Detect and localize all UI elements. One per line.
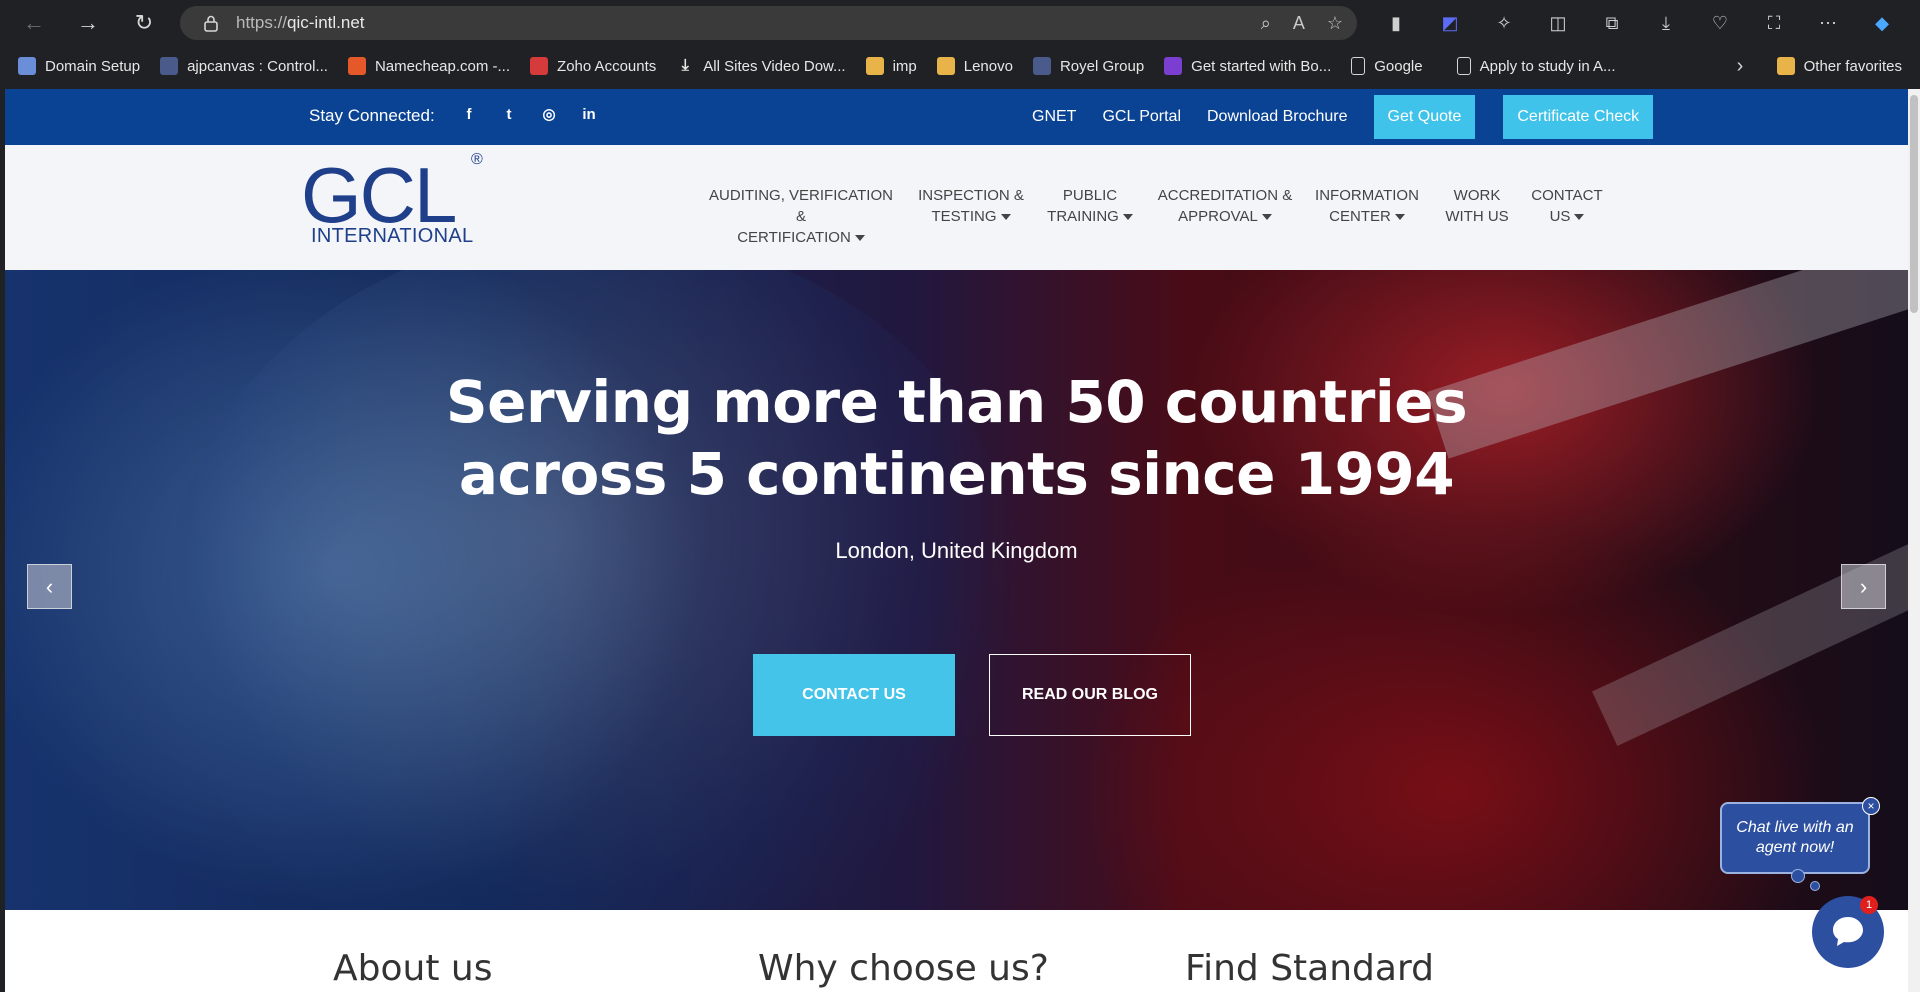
read-aloud-icon[interactable]: A — [1293, 13, 1305, 34]
bookmark-item[interactable]: Get started with Bo... — [1154, 51, 1341, 81]
get-quote-button[interactable]: Get Quote — [1373, 95, 1476, 139]
page-viewport: Stay Connected: f t ◎ in GNET GCL Portal… — [5, 89, 1908, 992]
forward-icon[interactable]: → — [70, 5, 106, 41]
health-icon[interactable]: ♡ — [1704, 7, 1736, 39]
collections-icon[interactable]: ⧉ — [1596, 7, 1628, 39]
hero-heading: Serving more than 50 countries across 5 c… — [445, 368, 1468, 508]
bookmark-item[interactable]: Domain Setup — [8, 51, 150, 81]
lock-icon[interactable] — [202, 14, 220, 32]
other-favorites[interactable]: Other favorites — [1767, 51, 1912, 81]
bootstrap-icon — [1164, 57, 1183, 75]
zoom-icon[interactable]: ⌕ — [1261, 13, 1271, 34]
linkedin-icon[interactable]: in — [581, 105, 597, 125]
caret-down-icon — [1000, 214, 1011, 221]
bookmark-item[interactable]: ⤓ All Sites Video Dow... — [666, 51, 855, 81]
more-icon[interactable]: ⋯ — [1812, 7, 1844, 39]
why-choose-us-heading: Why choose us? — [758, 948, 1049, 989]
contact-us-button[interactable]: CONTACT US — [753, 654, 955, 736]
hero-slider: Serving more than 50 countries across 5 c… — [5, 270, 1908, 910]
caret-down-icon — [854, 235, 865, 242]
screenshot-icon[interactable]: ⛶ — [1758, 7, 1790, 39]
twitter-icon[interactable]: t — [501, 105, 517, 125]
page-icon — [1351, 57, 1366, 75]
main-menu: AUDITING, VERIFICATION & CERTIFICATION INS… — [5, 145, 1908, 270]
find-standard-heading: Find Standard — [1185, 948, 1434, 989]
page-icon — [1456, 57, 1471, 75]
download-icon: ⤓ — [676, 57, 695, 75]
refresh-icon[interactable]: ↻ — [126, 5, 162, 41]
back-icon[interactable]: ← — [16, 5, 52, 41]
facebook-icon[interactable]: f — [461, 105, 477, 125]
folder-icon — [865, 57, 884, 75]
caret-down-icon — [1394, 214, 1405, 221]
site-header: GCL ® INTERNATIONAL AUDITING, VERIFICATI… — [5, 145, 1908, 270]
notification-badge: 1 — [1860, 896, 1878, 914]
extension-icon[interactable]: ▮ — [1380, 7, 1412, 39]
stay-connected-label: Stay Connected: — [309, 106, 435, 125]
puzzle-icon[interactable]: ✧ — [1488, 7, 1520, 39]
menu-item[interactable]: PUBLIC TRAINING — [1045, 185, 1135, 227]
menu-item[interactable]: INFORMATION CENTER — [1312, 185, 1422, 227]
folder-icon — [1776, 57, 1795, 75]
read-blog-button[interactable]: READ OUR BLOG — [989, 654, 1191, 736]
chat-icon — [1833, 917, 1863, 946]
menu-item[interactable]: CONTACT US — [1527, 185, 1607, 227]
bookmark-item[interactable]: Royel Group — [1023, 51, 1154, 81]
extension-icon[interactable]: ◩ — [1434, 7, 1466, 39]
globe-icon — [18, 57, 36, 75]
chevron-right-icon[interactable]: › — [1725, 51, 1755, 81]
bookmark-item[interactable]: Lenovo — [927, 51, 1023, 81]
gnet-link[interactable]: GNET — [1032, 108, 1076, 126]
bookmark-item[interactable]: Zoho Accounts — [520, 51, 666, 81]
hero-location: London, United Kingdom — [835, 538, 1078, 563]
favorite-star-icon[interactable]: ☆ — [1327, 13, 1343, 34]
certificate-check-button[interactable]: Certificate Check — [1503, 95, 1654, 139]
section-headings: About us Why choose us? Find Standard — [5, 910, 1908, 992]
downloads-icon[interactable]: ⤓ — [1650, 7, 1682, 39]
gcl-portal-link[interactable]: GCL Portal — [1102, 108, 1181, 126]
folder-icon — [936, 57, 955, 75]
caret-down-icon — [1261, 214, 1272, 221]
browser-toolbar: ← → ↻ https://qic-intl.net ⌕ A ☆ ▮ ◩ ✧ ◫… — [0, 0, 1920, 46]
page-scrollbar[interactable] — [1908, 89, 1920, 992]
chat-invite-bubble[interactable]: Chat live with an agent now! — [1720, 802, 1870, 874]
about-us-heading: About us — [333, 948, 493, 989]
url-text[interactable]: https://qic-intl.net — [236, 13, 365, 33]
bookmark-item[interactable]: Apply to study in A... — [1447, 51, 1626, 81]
slider-prev-icon[interactable]: ‹ — [27, 564, 72, 609]
site-icon — [1032, 57, 1051, 75]
site-icon — [160, 57, 179, 75]
menu-item[interactable]: ACCREDITATION & APPROVAL — [1155, 185, 1295, 227]
namecheap-icon — [347, 57, 366, 75]
bookmark-item[interactable]: ajpcanvas : Control... — [150, 51, 338, 81]
bookmark-item[interactable]: imp — [856, 51, 927, 81]
split-screen-icon[interactable]: ◫ — [1542, 7, 1574, 39]
caret-down-icon — [1122, 214, 1133, 221]
instagram-icon[interactable]: ◎ — [541, 105, 557, 125]
download-brochure-link[interactable]: Download Brochure — [1207, 108, 1348, 126]
zoho-icon — [530, 57, 549, 75]
copilot-icon[interactable]: ◆ — [1866, 7, 1898, 39]
caret-down-icon — [1574, 214, 1585, 221]
bookmark-item[interactable]: Google — [1341, 51, 1432, 81]
menu-item[interactable]: AUDITING, VERIFICATION & CERTIFICATION — [708, 185, 894, 248]
menu-item[interactable]: WORK WITH US — [1441, 185, 1513, 227]
slider-next-icon[interactable]: › — [1841, 564, 1886, 609]
address-bar[interactable]: https://qic-intl.net ⌕ A ☆ — [180, 6, 1357, 40]
bookmark-item[interactable]: Namecheap.com -... — [338, 51, 520, 81]
close-icon[interactable]: × — [1862, 797, 1880, 815]
top-bar: Stay Connected: f t ◎ in GNET GCL Portal… — [5, 89, 1908, 145]
bookmarks-bar: Domain Setup ajpcanvas : Control... Namech… — [0, 46, 1920, 86]
menu-item[interactable]: INSPECTION & TESTING — [916, 185, 1026, 227]
